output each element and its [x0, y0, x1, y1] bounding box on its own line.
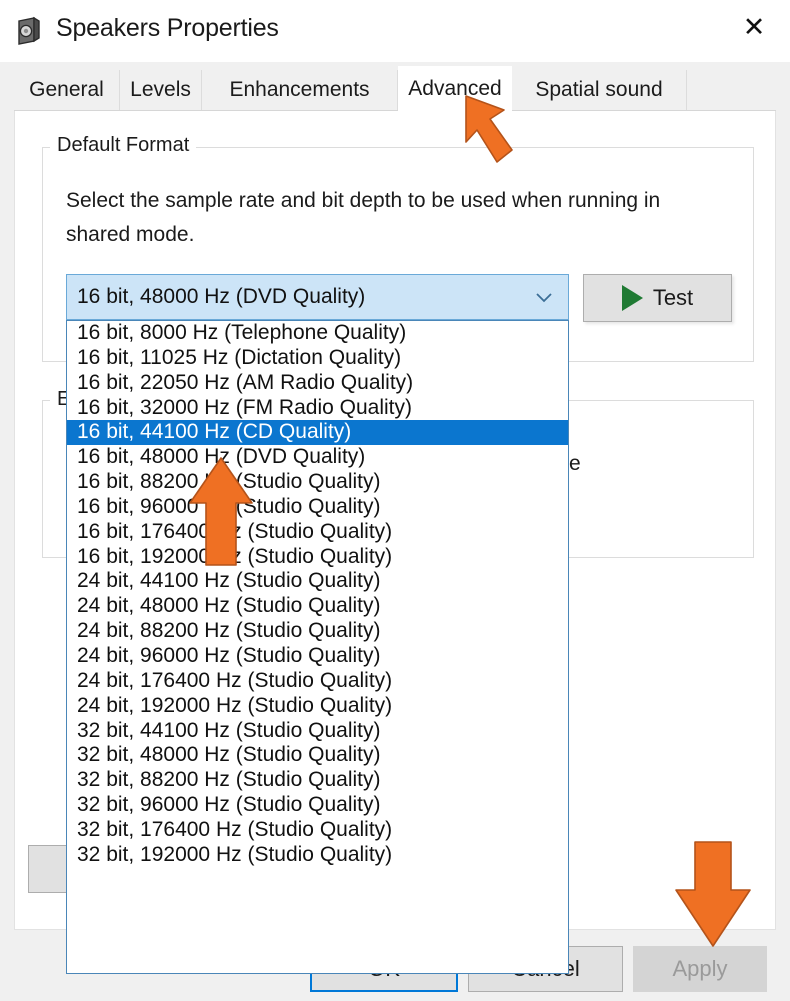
tab-enhancements[interactable]: Enhancements: [202, 70, 398, 110]
tab-advanced[interactable]: Advanced: [398, 66, 512, 111]
dropdown-option[interactable]: 24 bit, 44100 Hz (Studio Quality): [67, 569, 568, 594]
tab-levels[interactable]: Levels: [120, 70, 202, 110]
tab-general[interactable]: General: [14, 70, 120, 110]
speaker-icon: [14, 16, 44, 46]
dropdown-option[interactable]: 16 bit, 192000 Hz (Studio Quality): [67, 545, 568, 570]
dropdown-option[interactable]: 24 bit, 176400 Hz (Studio Quality): [67, 669, 568, 694]
dropdown-option[interactable]: 32 bit, 192000 Hz (Studio Quality): [67, 843, 568, 868]
default-format-legend: Default Format: [50, 134, 196, 157]
test-button[interactable]: Test: [583, 274, 732, 322]
page-title: Speakers Properties: [56, 14, 279, 43]
dropdown-option[interactable]: 24 bit, 192000 Hz (Studio Quality): [67, 694, 568, 719]
speakers-properties-dialog: ugetfix .com Speakers Properties ✕ Gener…: [0, 0, 790, 1001]
dropdown-option[interactable]: 32 bit, 176400 Hz (Studio Quality): [67, 818, 568, 843]
dropdown-option[interactable]: 24 bit, 96000 Hz (Studio Quality): [67, 644, 568, 669]
apply-button[interactable]: Apply: [633, 946, 767, 992]
dropdown-option[interactable]: 32 bit, 96000 Hz (Studio Quality): [67, 793, 568, 818]
tab-strip: GeneralLevelsEnhancementsAdvancedSpatial…: [14, 70, 776, 111]
default-format-dropdown-list[interactable]: 16 bit, 8000 Hz (Telephone Quality)16 bi…: [66, 320, 569, 974]
dropdown-option[interactable]: 32 bit, 88200 Hz (Studio Quality): [67, 768, 568, 793]
dropdown-option[interactable]: 16 bit, 44100 Hz (CD Quality): [67, 420, 568, 445]
dropdown-option[interactable]: 32 bit, 48000 Hz (Studio Quality): [67, 743, 568, 768]
dropdown-option[interactable]: 16 bit, 11025 Hz (Dictation Quality): [67, 346, 568, 371]
dropdown-option[interactable]: 24 bit, 48000 Hz (Studio Quality): [67, 594, 568, 619]
dropdown-option[interactable]: 24 bit, 88200 Hz (Studio Quality): [67, 619, 568, 644]
tab-spatial-sound[interactable]: Spatial sound: [512, 70, 687, 110]
dropdown-option[interactable]: 16 bit, 88200 Hz (Studio Quality): [67, 470, 568, 495]
close-icon[interactable]: ✕: [726, 4, 782, 50]
chevron-down-icon: [534, 287, 554, 307]
dropdown-option[interactable]: 16 bit, 22050 Hz (AM Radio Quality): [67, 371, 568, 396]
title-bar: Speakers Properties ✕: [0, 0, 790, 62]
dropdown-option[interactable]: 16 bit, 96000 Hz (Studio Quality): [67, 495, 568, 520]
dropdown-option[interactable]: 16 bit, 32000 Hz (FM Radio Quality): [67, 396, 568, 421]
dropdown-option[interactable]: 16 bit, 176400 Hz (Studio Quality): [67, 520, 568, 545]
dropdown-option[interactable]: 32 bit, 44100 Hz (Studio Quality): [67, 719, 568, 744]
default-format-combobox[interactable]: 16 bit, 48000 Hz (DVD Quality): [66, 274, 569, 320]
dropdown-option[interactable]: 16 bit, 8000 Hz (Telephone Quality): [67, 321, 568, 346]
play-icon: [622, 285, 643, 311]
dropdown-option[interactable]: 16 bit, 48000 Hz (DVD Quality): [67, 445, 568, 470]
default-format-help-text: Select the sample rate and bit depth to …: [66, 184, 706, 252]
test-button-label: Test: [653, 285, 693, 311]
combobox-value: 16 bit, 48000 Hz (DVD Quality): [77, 285, 365, 309]
